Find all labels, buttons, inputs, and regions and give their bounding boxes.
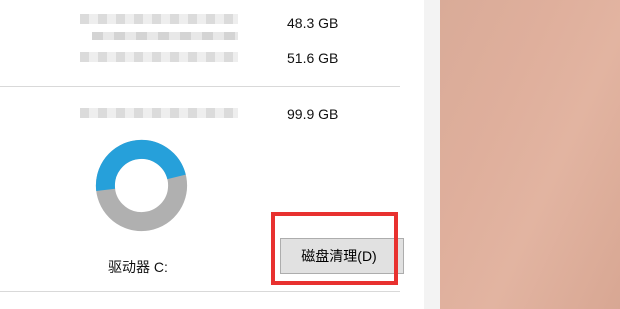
drive-usage-donut-icon — [95, 139, 188, 232]
drive-properties-panel: 48.3 GB 51.6 GB 99.9 GB 驱动器 C: 磁盘清理(D) — [0, 0, 424, 309]
divider — [0, 86, 400, 87]
redacted-label-free — [80, 52, 238, 62]
disk-cleanup-button[interactable]: 磁盘清理(D) — [280, 238, 404, 274]
used-space-value: 48.3 GB — [287, 15, 339, 31]
redacted-label-capacity — [80, 108, 238, 118]
redacted-label-used — [80, 14, 238, 24]
bottom-divider — [0, 291, 400, 292]
free-space-value: 51.6 GB — [287, 50, 339, 66]
drive-label: 驱动器 C: — [108, 259, 168, 275]
redacted-label-used-extra — [92, 32, 238, 40]
capacity-value: 99.9 GB — [287, 106, 339, 122]
window-gap — [424, 0, 440, 309]
desktop-background — [440, 0, 620, 309]
